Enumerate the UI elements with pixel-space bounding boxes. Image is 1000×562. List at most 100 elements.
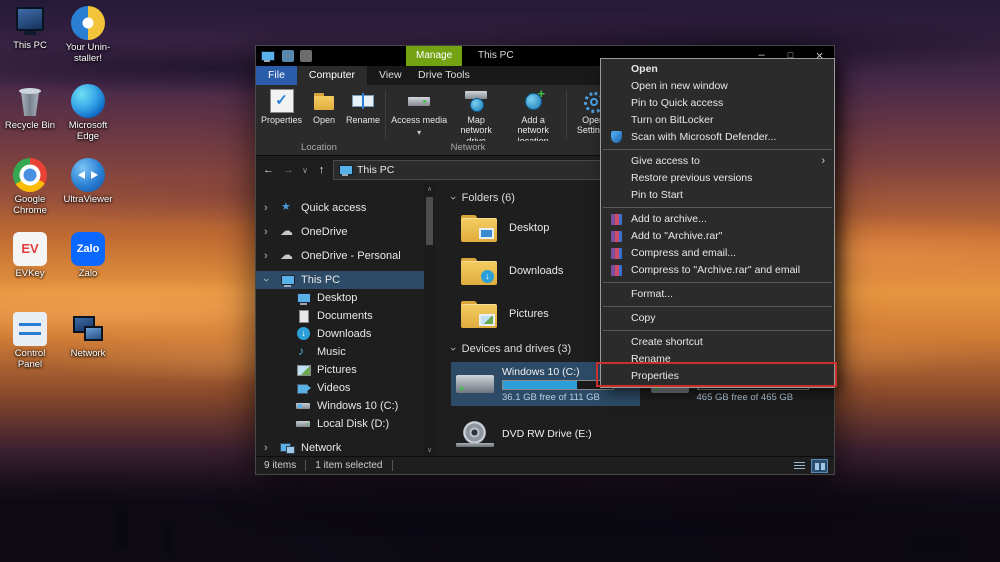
- menu-item-label: Turn on BitLocker: [631, 114, 713, 126]
- sidebar-item-label: Music: [317, 346, 346, 358]
- ribbon-button-label: Access media: [391, 115, 447, 125]
- breadcrumb-location[interactable]: This PC: [357, 164, 394, 176]
- sidebar-scrollbar[interactable]: [424, 183, 435, 456]
- desktop-icon-ultraviewer[interactable]: UltraViewer: [60, 158, 116, 206]
- folder-tile-label: Downloads: [509, 265, 563, 277]
- details-view-button[interactable]: [791, 459, 808, 473]
- menu-item-create-shortcut[interactable]: Create shortcut: [601, 334, 834, 351]
- desktop-icon-uninstaller[interactable]: Your Unin-staller!: [60, 6, 116, 65]
- sidebar-item-documents[interactable]: Documents: [256, 307, 424, 325]
- tab-computer[interactable]: Computer: [297, 66, 367, 85]
- sidebar-item-quick-access[interactable]: Quick access: [256, 199, 424, 217]
- context-menu: Open Open in new window Pin to Quick acc…: [600, 58, 835, 388]
- menu-item-label: Pin to Quick access: [631, 97, 723, 109]
- menu-item-label: Create shortcut: [631, 336, 703, 348]
- menu-item-turn-on-bitlocker[interactable]: Turn on BitLocker: [601, 112, 834, 129]
- map-network-drive-icon: [464, 89, 488, 113]
- menu-item-copy[interactable]: Copy: [601, 310, 834, 327]
- menu-separator: [603, 330, 832, 331]
- forward-button[interactable]: [280, 164, 297, 176]
- desktop-icon-recycle-bin[interactable]: Recycle Bin: [2, 84, 58, 132]
- menu-item-label: Copy: [631, 312, 656, 324]
- expander-icon[interactable]: [264, 200, 274, 216]
- menu-item-label: Scan with Microsoft Defender...: [631, 131, 776, 143]
- sidebar-item-videos[interactable]: Videos: [256, 379, 424, 397]
- up-button[interactable]: [313, 164, 330, 176]
- expander-icon[interactable]: [264, 272, 274, 288]
- history-dropdown-icon[interactable]: [300, 166, 310, 175]
- menu-item-properties[interactable]: Properties: [601, 368, 834, 385]
- sidebar-item-label: Documents: [317, 310, 373, 322]
- menu-item-pin-to-quick-access[interactable]: Pin to Quick access: [601, 95, 834, 112]
- pictures-overlay-icon: [479, 314, 495, 326]
- desktop-icon-network[interactable]: Network: [60, 312, 116, 360]
- menu-item-pin-to-start[interactable]: Pin to Start: [601, 187, 834, 204]
- desktop-icon-zalo[interactable]: Zalo Zalo: [60, 232, 116, 280]
- menu-item-add-to-archive-rar[interactable]: Add to "Archive.rar": [601, 228, 834, 245]
- open-button[interactable]: Open: [305, 88, 343, 126]
- expander-icon[interactable]: [264, 440, 274, 456]
- status-bar: 9 items 1 item selected: [256, 456, 834, 474]
- quick-access-toolbar-customize-icon[interactable]: [300, 50, 312, 62]
- properties-button[interactable]: Properties: [258, 88, 305, 126]
- menu-item-format[interactable]: Format...: [601, 286, 834, 303]
- collapse-icon[interactable]: [451, 192, 455, 204]
- drive-icon: [296, 417, 311, 431]
- sidebar-item-windows-c[interactable]: Windows 10 (C:): [256, 397, 424, 415]
- sidebar-item-this-pc[interactable]: This PC: [256, 271, 424, 289]
- document-icon: [296, 309, 311, 323]
- tab-file[interactable]: File: [256, 66, 297, 85]
- menu-item-scan-with-defender[interactable]: Scan with Microsoft Defender...: [601, 129, 834, 146]
- sidebar-item-downloads[interactable]: Downloads: [256, 325, 424, 343]
- menu-item-restore-previous-versions[interactable]: Restore previous versions: [601, 170, 834, 187]
- menu-item-label: Open: [631, 63, 658, 75]
- desktop-icon-edge[interactable]: Microsoft Edge: [60, 84, 116, 143]
- back-button[interactable]: [260, 164, 277, 176]
- dvd-drive-icon: [456, 421, 494, 447]
- collapse-icon[interactable]: [451, 343, 455, 355]
- sidebar-item-local-disk-d[interactable]: Local Disk (D:): [256, 415, 424, 433]
- scrollbar-thumb[interactable]: [426, 197, 433, 245]
- desktop-icon-this-pc[interactable]: This PC: [2, 4, 58, 52]
- sidebar-item-network[interactable]: Network: [256, 439, 424, 457]
- ribbon-group-network: Network: [382, 142, 554, 153]
- expander-icon[interactable]: [264, 248, 274, 264]
- menu-item-give-access-to[interactable]: Give access to: [601, 153, 834, 170]
- menu-item-open-in-new-window[interactable]: Open in new window: [601, 78, 834, 95]
- sidebar-item-onedrive[interactable]: OneDrive: [256, 223, 424, 241]
- menu-separator: [603, 149, 832, 150]
- add-network-location-button[interactable]: Add a network location: [502, 88, 564, 147]
- sidebar-item-label: This PC: [301, 274, 340, 286]
- quick-access-toolbar-icon[interactable]: [282, 50, 294, 62]
- menu-item-rename[interactable]: Rename: [601, 351, 834, 368]
- sidebar-item-desktop[interactable]: Desktop: [256, 289, 424, 307]
- sidebar-item-label: Downloads: [317, 328, 371, 340]
- menu-item-open[interactable]: Open: [601, 61, 834, 78]
- dvd-drive-tile[interactable]: DVD RW Drive (E:): [451, 412, 643, 456]
- sidebar-item-music[interactable]: Music: [256, 343, 424, 361]
- rename-button[interactable]: Rename: [343, 88, 383, 126]
- quick-access-star-icon: [280, 201, 295, 215]
- desktop-icon-label: This PC: [2, 41, 58, 52]
- sidebar-item-label: Windows 10 (C:): [317, 400, 398, 412]
- thumbnail-view-button[interactable]: [811, 459, 828, 473]
- sidebar-item-onedrive-personal[interactable]: OneDrive - Personal: [256, 247, 424, 265]
- expander-icon[interactable]: [264, 224, 274, 240]
- menu-item-compress-to-archive-and-email[interactable]: Compress to "Archive.rar" and email: [601, 262, 834, 279]
- picture-icon: [296, 363, 311, 377]
- menu-item-add-to-archive[interactable]: Add to archive...: [601, 211, 834, 228]
- sidebar-item-pictures[interactable]: Pictures: [256, 361, 424, 379]
- window-title: This PC: [478, 46, 514, 66]
- desktop-icon-control-panel[interactable]: Control Panel: [2, 312, 58, 371]
- folder-icon: [461, 258, 497, 285]
- access-media-button[interactable]: Access media: [388, 88, 450, 139]
- bush-silhouette: [905, 530, 965, 556]
- evkey-icon: EV: [13, 232, 47, 266]
- tab-drive-tools[interactable]: Drive Tools: [406, 66, 482, 85]
- desktop-icon-evkey[interactable]: EV EVKey: [2, 232, 58, 280]
- menu-item-compress-and-email[interactable]: Compress and email...: [601, 245, 834, 262]
- scroll-down-icon[interactable]: [424, 446, 435, 454]
- submenu-arrow-icon: [821, 153, 825, 170]
- desktop-icon-chrome[interactable]: Google Chrome: [2, 158, 58, 217]
- scroll-up-icon[interactable]: [424, 185, 435, 193]
